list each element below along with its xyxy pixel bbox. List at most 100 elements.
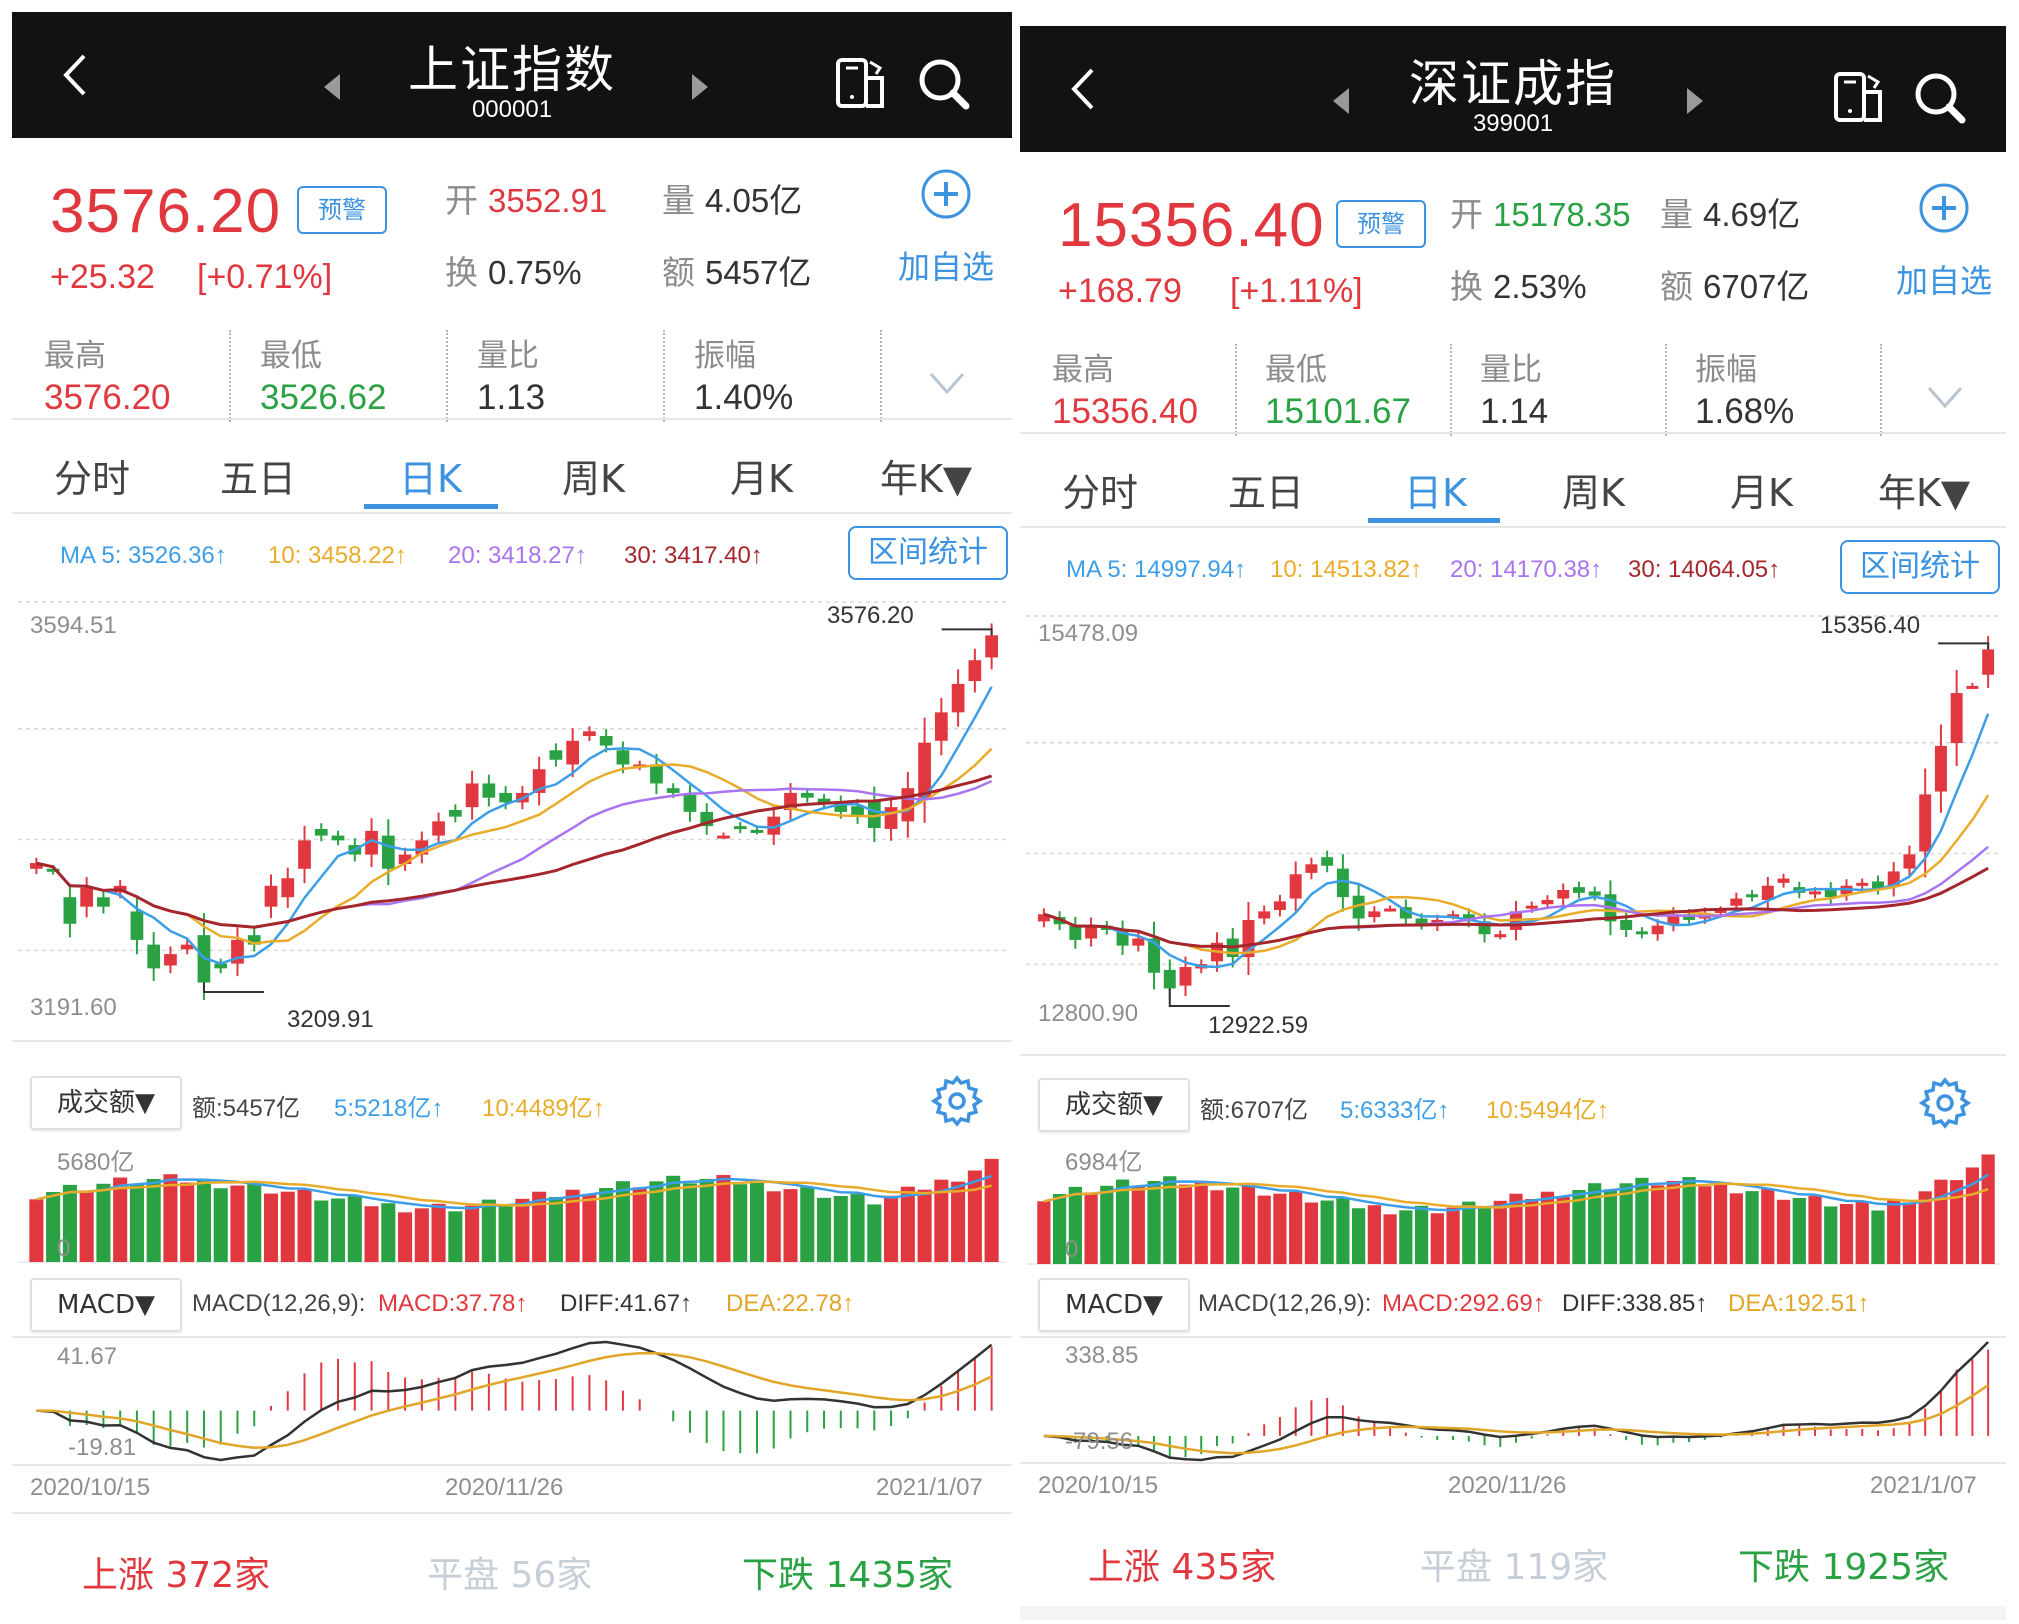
candle-body — [951, 683, 965, 713]
candle-body — [1368, 911, 1381, 918]
volume-bar — [1824, 1206, 1838, 1264]
date-tick: 2020/10/15 — [1038, 1472, 1159, 1499]
volume-ma5-line — [36, 1174, 992, 1210]
tab-five-day[interactable]: 五日 — [1228, 462, 1304, 517]
volume-value: 4.05亿 — [705, 182, 803, 219]
tab-intraday[interactable]: 分时 — [1062, 462, 1138, 517]
add-watchlist-button[interactable]: 加自选 — [1896, 256, 1992, 302]
stat-label: 最高 — [44, 338, 106, 374]
unchanged: 平盘 56家 — [427, 1546, 592, 1598]
volume-bar — [29, 1199, 44, 1262]
volume-bar — [1304, 1202, 1319, 1264]
tab-intraday[interactable]: 分时 — [54, 448, 130, 503]
candle-body — [1273, 901, 1286, 910]
max-marker-line — [941, 628, 993, 636]
tab-five-day[interactable]: 五日 — [220, 448, 296, 503]
advancers-label: 上涨 — [82, 1555, 155, 1596]
kline-chart[interactable] — [12, 590, 1012, 1040]
gear-icon[interactable] — [1918, 1076, 1972, 1130]
add-watchlist-button[interactable]: 加自选 — [898, 242, 994, 288]
candle-body — [499, 792, 512, 803]
chevron-down-icon[interactable] — [927, 368, 967, 398]
volume-bar — [716, 1175, 731, 1262]
volume-bar — [1352, 1208, 1366, 1264]
volume-bar — [414, 1208, 429, 1262]
volume-bar — [733, 1184, 748, 1262]
kline-axis-low: 3191.60 — [30, 994, 117, 1021]
tab-weekly-k[interactable]: 周K — [1562, 462, 1625, 517]
stat-value: 1.68% — [1695, 392, 1795, 431]
add-watchlist-icon[interactable] — [1918, 182, 1970, 234]
date-tick: 2020/11/26 — [1448, 1472, 1567, 1499]
alert-button[interactable]: 预警 — [297, 186, 387, 234]
date-axis: 2020/10/15 2020/11/26 2021/1/07 — [1020, 1466, 2006, 1506]
macd-chart[interactable] — [1020, 1336, 2006, 1466]
divider — [663, 330, 665, 422]
kline-chart[interactable] — [1020, 604, 2006, 1054]
volume-chart[interactable] — [12, 1134, 1012, 1264]
volume-bar — [632, 1187, 647, 1262]
candle-body — [1494, 934, 1507, 938]
current-price: 15356.40 — [1058, 191, 1325, 260]
chevron-down-icon[interactable] — [1925, 382, 1965, 412]
rotate-screen-icon[interactable] — [834, 56, 890, 112]
candle-body — [800, 792, 814, 798]
search-icon[interactable] — [916, 56, 972, 112]
range-stats-button[interactable]: 区间统计 — [1840, 540, 2000, 594]
volume-label: 量 — [662, 182, 695, 219]
open-label: 开 — [1450, 196, 1483, 233]
tab-daily-k[interactable]: 日K — [1404, 462, 1467, 517]
range-stats-button[interactable]: 区间统计 — [848, 526, 1008, 580]
divider — [1450, 344, 1452, 436]
indicator-dropdown[interactable]: 成交额▼ — [1038, 1078, 1190, 1132]
macd-dropdown[interactable]: MACD▼ — [30, 1278, 182, 1332]
macd-axis-high: 338.85 — [1065, 1342, 1139, 1369]
volume-bar — [1115, 1179, 1130, 1264]
triangle-right-icon[interactable] — [692, 74, 708, 100]
unchanged-label: 平盘 — [427, 1555, 500, 1596]
alert-button[interactable]: 预警 — [1336, 200, 1426, 248]
macd-axis-high: 41.67 — [57, 1343, 118, 1370]
volume-axis-zero: 0 — [1065, 1236, 1079, 1263]
advancers: 上涨 372家 — [82, 1546, 270, 1598]
candle-body — [1132, 938, 1145, 946]
tab-daily-k[interactable]: 日K — [399, 448, 462, 503]
macd-header: MACD▼ MACD(12,26,9): MACD:292.69↑ DIFF:3… — [1020, 1270, 2006, 1336]
candle-body — [1384, 908, 1397, 912]
volume-bar — [850, 1194, 865, 1262]
gear-icon[interactable] — [930, 1074, 984, 1128]
candle-body — [298, 840, 311, 869]
stat-amplitude: 振幅 1.68% — [1695, 334, 1895, 434]
candle-body — [1934, 745, 1947, 792]
candle-body — [985, 635, 998, 658]
triangle-right-icon[interactable] — [1687, 88, 1703, 114]
volume-bar — [146, 1178, 161, 1262]
volume-bar — [1619, 1183, 1633, 1264]
candle-body — [97, 897, 110, 907]
macd-chart[interactable] — [12, 1336, 1012, 1466]
stats-row: 最高 15356.40 最低 15101.67 量比 1.14 振幅 1.68% — [1020, 334, 2006, 436]
candle-body — [1541, 899, 1554, 905]
volume-bar — [314, 1200, 329, 1262]
tab-monthly-k[interactable]: 月K — [1730, 462, 1793, 517]
period-tabs: 分时 五日 日K 周K 月K 年K▼ — [12, 420, 1012, 512]
date-tick: 2021/1/07 — [876, 1474, 983, 1501]
add-watchlist-icon[interactable] — [920, 168, 972, 220]
search-icon[interactable] — [1912, 70, 1968, 126]
stats-row: 最高 3576.20 最低 3526.62 量比 1.13 振幅 1.40% — [12, 320, 1012, 422]
volume-ma5: 5:6333亿↑ — [1340, 1097, 1450, 1124]
tab-yearly-k[interactable]: 年K▼ — [880, 448, 972, 503]
tab-monthly-k[interactable]: 月K — [730, 448, 793, 503]
rotate-screen-icon[interactable] — [1832, 70, 1888, 126]
stat-high: 最高 3576.20 — [44, 320, 244, 420]
indicator-dropdown[interactable]: 成交额▼ — [30, 1076, 182, 1130]
tab-yearly-k[interactable]: 年K▼ — [1878, 462, 1970, 517]
volume-bar — [884, 1195, 899, 1262]
volume-bar — [1839, 1204, 1854, 1264]
tab-weekly-k[interactable]: 周K — [562, 448, 625, 503]
candle-body — [482, 783, 496, 798]
candle-body — [968, 660, 982, 682]
macd-dropdown[interactable]: MACD▼ — [1038, 1278, 1190, 1332]
volume-chart[interactable] — [1020, 1136, 2006, 1266]
candle-body — [381, 835, 395, 869]
